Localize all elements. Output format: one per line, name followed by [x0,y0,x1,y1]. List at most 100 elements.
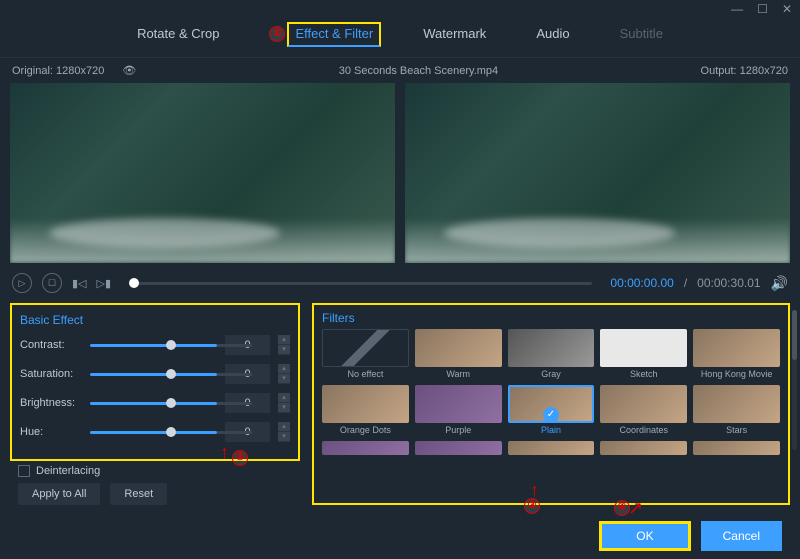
preview-area [0,83,800,263]
filter-orange-dots[interactable]: Orange Dots [322,385,409,435]
saturation-slider-thumb[interactable] [166,369,176,379]
time-separator: / [684,276,687,290]
maximize-button[interactable]: ☐ [757,2,768,16]
scrollbar-thumb[interactable] [792,310,797,360]
filter-thumb-purple [415,385,502,423]
filter-more-4[interactable] [600,441,687,455]
preview-info-bar: Original: 1280x720 👁 30 Seconds Beach Sc… [0,58,800,83]
filter-hongkong[interactable]: Hong Kong Movie [693,329,780,379]
filter-stars[interactable]: Stars [693,385,780,435]
playback-controls: ▷ ☐ ▮◁ ▷▮ 00:00:00.00 / 00:00:30.01 🔊 [0,263,800,303]
output-resolution-label: Output: 1280x720 [701,65,788,77]
contrast-slider-thumb[interactable] [166,340,176,350]
tab-effect-filter[interactable]: Effect & Filter [287,22,381,47]
hue-slider-thumb[interactable] [166,427,176,437]
stop-button[interactable]: ☐ [42,273,62,293]
prev-frame-button[interactable]: ▮◁ [72,277,87,290]
deinterlacing-checkbox[interactable] [18,465,30,477]
play-button[interactable]: ▷ [12,273,32,293]
hue-label: Hue: [20,426,82,438]
filter-label: Orange Dots [322,425,409,435]
filter-thumb-hk [693,329,780,367]
filter-label: No effect [322,369,409,379]
contrast-up[interactable]: ▴ [278,335,290,345]
original-preview [10,83,395,263]
timeline-thumb[interactable] [129,278,139,288]
filter-thumb-coord [600,385,687,423]
filter-more-1[interactable] [322,441,409,455]
tab-subtitle[interactable]: Subtitle [620,26,663,47]
timeline-slider[interactable] [129,282,592,285]
tab-watermark[interactable]: Watermark [423,26,486,47]
saturation-up[interactable]: ▴ [278,364,290,374]
output-preview [405,83,790,263]
close-button[interactable]: ✕ [782,2,792,16]
next-frame-button[interactable]: ▷▮ [97,277,112,290]
brightness-label: Brightness: [20,397,82,409]
filter-thumb-warm [415,329,502,367]
reset-button[interactable]: Reset [110,483,167,505]
filter-thumb-gray [508,329,595,367]
filter-thumb-orange [322,385,409,423]
filter-label: Coordinates [600,425,687,435]
brightness-slider[interactable] [90,402,217,405]
filter-coordinates[interactable]: Coordinates [600,385,687,435]
filter-thumb-sketch [600,329,687,367]
total-time: 00:00:30.01 [697,276,760,290]
filter-label: Warm [415,369,502,379]
filter-label: Purple [415,425,502,435]
deinterlacing-label: Deinterlacing [36,465,100,477]
filter-plain[interactable]: ✓ Plain [508,385,595,435]
tab-audio[interactable]: Audio [536,26,569,47]
contrast-down[interactable]: ▾ [278,345,290,355]
original-resolution-label: Original: 1280x720 [12,65,104,77]
basic-effect-title: Basic Effect [20,313,290,327]
current-time: 00:00:00.00 [610,276,673,290]
filter-gray[interactable]: Gray [508,329,595,379]
filename-label: 30 Seconds Beach Scenery.mp4 [339,65,498,77]
saturation-down[interactable]: ▾ [278,374,290,384]
editor-area: Basic Effect Contrast: ▴▾ Saturation: ▴▾… [0,303,800,513]
minimize-button[interactable]: — [731,2,743,16]
filters-scrollbar[interactable] [792,310,797,450]
filter-thumb-noeffect [322,329,409,367]
hue-up[interactable]: ▴ [278,422,290,432]
hue-slider[interactable] [90,431,217,434]
filter-purple[interactable]: Purple [415,385,502,435]
filter-thumb-stars [693,385,780,423]
filter-label: Sketch [600,369,687,379]
filter-no-effect[interactable]: No effect [322,329,409,379]
filters-panel: Filters No effect Warm Gray Sketch Hong … [312,303,790,505]
titlebar: — ☐ ✕ [0,0,800,18]
tab-rotate-crop[interactable]: Rotate & Crop [137,26,219,47]
filters-title: Filters [322,311,780,325]
cancel-button[interactable]: Cancel [701,521,782,551]
filter-thumb-plain: ✓ [508,385,595,423]
contrast-slider[interactable] [90,344,217,347]
filter-label: Gray [508,369,595,379]
apply-to-all-button[interactable]: Apply to All [18,483,100,505]
filter-label: Stars [693,425,780,435]
contrast-label: Contrast: [20,339,82,351]
filter-more-3[interactable] [508,441,595,455]
annotation-1: ① [269,26,285,42]
tab-bar: Rotate & Crop ① Effect & Filter Watermar… [0,18,800,58]
brightness-up[interactable]: ▴ [278,393,290,403]
filter-sketch[interactable]: Sketch [600,329,687,379]
filter-more-5[interactable] [693,441,780,455]
saturation-label: Saturation: [20,368,82,380]
check-icon: ✓ [543,407,559,423]
filter-label: Plain [508,425,595,435]
filter-more-2[interactable] [415,441,502,455]
hue-down[interactable]: ▾ [278,432,290,442]
basic-effect-panel: Basic Effect Contrast: ▴▾ Saturation: ▴▾… [10,303,300,461]
filter-label: Hong Kong Movie [693,369,780,379]
volume-icon[interactable]: 🔊 [771,275,788,292]
saturation-slider[interactable] [90,373,217,376]
brightness-down[interactable]: ▾ [278,403,290,413]
ok-button[interactable]: OK [599,521,690,551]
visibility-toggle-icon[interactable]: 👁 [122,65,136,77]
footer-buttons: OK Cancel [0,513,800,559]
filter-warm[interactable]: Warm [415,329,502,379]
brightness-slider-thumb[interactable] [166,398,176,408]
